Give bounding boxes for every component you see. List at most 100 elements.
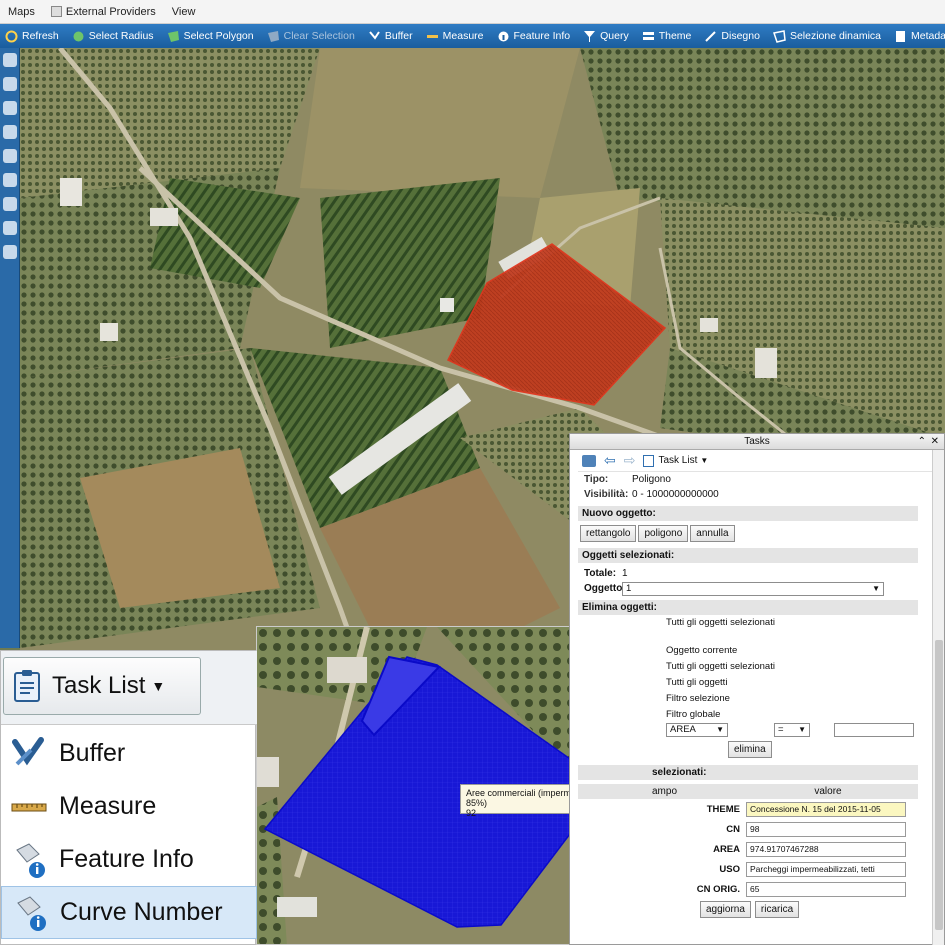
toolbar-query-button[interactable]: Query (578, 24, 637, 48)
attribute-field: THEME (706, 803, 740, 815)
task-list-item-label: Curve Number (60, 898, 223, 926)
filter-field-select[interactable]: AREA ▼ (666, 723, 728, 737)
toolbar-metadato-button[interactable]: Metadato (889, 24, 945, 48)
option-tutti-selezionati[interactable]: Tutti gli oggetti selezionati (666, 617, 775, 628)
option-tutti-selezionati-2[interactable]: Tutti gli oggetti selezionati (666, 661, 775, 672)
task-list-zoom-button[interactable]: Task List ▼ (3, 657, 201, 715)
attribute-value-input[interactable]: 65 (746, 881, 906, 897)
option-filtro-globale[interactable]: Filtro globale (666, 709, 720, 720)
tasks-body: ⇦ ⇨ Task List ▼ Tipo: Poligono Visibilit… (578, 450, 938, 945)
tasks-scrollbar[interactable] (932, 450, 944, 945)
back-arrow-icon[interactable]: ⇦ (604, 452, 616, 469)
next-extent-icon[interactable] (3, 221, 17, 235)
dynamic-selection-icon (772, 29, 786, 43)
filter-field-value: AREA (670, 724, 696, 735)
option-oggetto-corrente[interactable]: Oggetto corrente (666, 645, 737, 656)
task-list-item-label: Feature Info (59, 845, 194, 873)
metadata-icon (896, 30, 905, 42)
task-list-label: Task List (658, 455, 698, 466)
pan-icon[interactable] (3, 77, 17, 91)
table-row: USO Parcheggi impermeabilizzati, tetti (650, 859, 938, 879)
visibilita-row: Visibilità: 0 - 1000000000000 (578, 487, 938, 502)
toolbar-clear-selection-button[interactable]: Clear Selection (262, 24, 363, 48)
menu-maps[interactable]: Maps (0, 6, 43, 18)
aggiorna-button[interactable]: aggiorna (700, 901, 751, 918)
task-list-item-label: Buffer (59, 739, 126, 767)
task-list-item-feature-info[interactable]: Feature Info (1, 833, 257, 886)
select-radius-icon (73, 31, 84, 41)
col-valore: valore (814, 786, 842, 797)
nuovo-oggetto-buttons: rettangolo poligono annulla (578, 521, 938, 546)
section-elimina-oggetti: Elimina oggetti: (578, 600, 918, 615)
toolbar-buffer-button[interactable]: Buffer (363, 24, 421, 48)
dropdown-caret-icon: ▼ (151, 678, 166, 694)
full-extent-icon[interactable] (3, 173, 17, 187)
previous-extent-icon[interactable] (3, 197, 17, 211)
identify-icon[interactable] (3, 245, 17, 259)
chevron-down-icon: ▼ (872, 583, 880, 593)
home-icon[interactable] (582, 454, 596, 467)
task-nav-row: ⇦ ⇨ Task List ▼ (578, 450, 938, 472)
dropdown-caret-icon: ▼ (700, 456, 709, 465)
elimina-button[interactable]: elimina (728, 741, 772, 758)
table-row: CN 98 (650, 819, 938, 839)
buffer-icon (369, 30, 380, 40)
tipo-row: Tipo: Poligono (578, 472, 938, 487)
task-list-item-buffer[interactable]: Buffer (1, 727, 257, 780)
totale-row: Totale: 1 (578, 566, 938, 581)
filter-operator-select[interactable]: = ▼ (774, 723, 810, 737)
toolbar-label: Measure (442, 30, 484, 42)
toolbar-label: Buffer (384, 30, 413, 42)
ricarica-button[interactable]: ricarica (754, 901, 800, 918)
menu-bar: Maps External Providers View (0, 0, 945, 24)
pointer-icon[interactable] (3, 53, 17, 67)
annulla-button[interactable]: annulla (690, 525, 735, 542)
toolbar-select-polygon-button[interactable]: Select Polygon (162, 24, 262, 48)
oggetto-label: Oggetto (584, 583, 623, 594)
toolbar-label: Theme (658, 30, 692, 42)
attribute-value-input[interactable]: Concessione N. 15 del 2015-11-05 (746, 801, 906, 817)
menu-view[interactable]: View (164, 6, 204, 18)
menu-external-providers[interactable]: External Providers (43, 6, 164, 18)
toolbar-select-radius-button[interactable]: Select Radius (67, 24, 162, 48)
zoomed-task-list-callout: Task List ▼ Buffer Measure Feature Info Cur… (0, 650, 257, 945)
attribute-field: AREA (713, 843, 740, 855)
zoom-out-icon[interactable] (3, 149, 17, 163)
close-icon[interactable]: ✕ (931, 434, 939, 450)
attribute-value-input[interactable]: Parcheggi impermeabilizzati, tetti (746, 861, 906, 877)
collapse-icon[interactable]: ⌃ (918, 434, 926, 450)
section-nuovo-oggetto: Nuovo oggetto: (578, 506, 918, 521)
option-filtro-selezione[interactable]: Filtro selezione (666, 693, 730, 704)
refresh-icon (5, 30, 18, 42)
toolbar-label: Disegno (721, 30, 760, 42)
scrollbar-thumb[interactable] (935, 640, 943, 930)
select-polygon-icon (167, 30, 179, 42)
filter-operator-value: = (778, 724, 784, 735)
attribute-value-input[interactable]: 98 (746, 821, 906, 837)
toolbar-measure-button[interactable]: Measure (421, 24, 492, 48)
task-list-item-measure[interactable]: Measure (1, 780, 257, 833)
col-campo: ampo (652, 786, 678, 797)
poligono-button[interactable]: poligono (638, 525, 689, 542)
rettangolo-button[interactable]: rettangolo (580, 525, 637, 542)
task-list-zoom-label: Task List (52, 672, 146, 699)
task-list-dropdown[interactable]: Task List ▼ (643, 454, 709, 467)
toolbar-refresh-button[interactable]: Refresh (0, 24, 67, 48)
filter-value-input[interactable] (834, 723, 914, 737)
curve-number-icon (17, 895, 46, 931)
zoom-in-icon[interactable] (3, 125, 17, 139)
section-selezionati: selezionati: (578, 765, 918, 780)
forward-arrow-icon[interactable]: ⇨ (624, 452, 636, 469)
zoom-box-icon[interactable] (3, 101, 17, 115)
task-list-item-curve-number[interactable]: Curve Number (1, 886, 257, 939)
toolbar-theme-button[interactable]: Theme (637, 24, 700, 48)
oggetto-select-value: 1 (626, 582, 632, 594)
oggetto-select[interactable]: 1 ▼ (622, 581, 884, 596)
option-tutti-oggetti[interactable]: Tutti gli oggetti (666, 677, 727, 688)
toolbar-feature-info-button[interactable]: Feature Info (492, 24, 579, 48)
toolbar-selezione-dinamica-button[interactable]: Selezione dinamica (768, 24, 889, 48)
measure-icon (426, 34, 438, 38)
attribute-value-input[interactable]: 974.91707467288 (746, 841, 906, 857)
toolbar-disegno-button[interactable]: Disegno (699, 24, 768, 48)
toolbar-label: Feature Info (513, 30, 571, 42)
